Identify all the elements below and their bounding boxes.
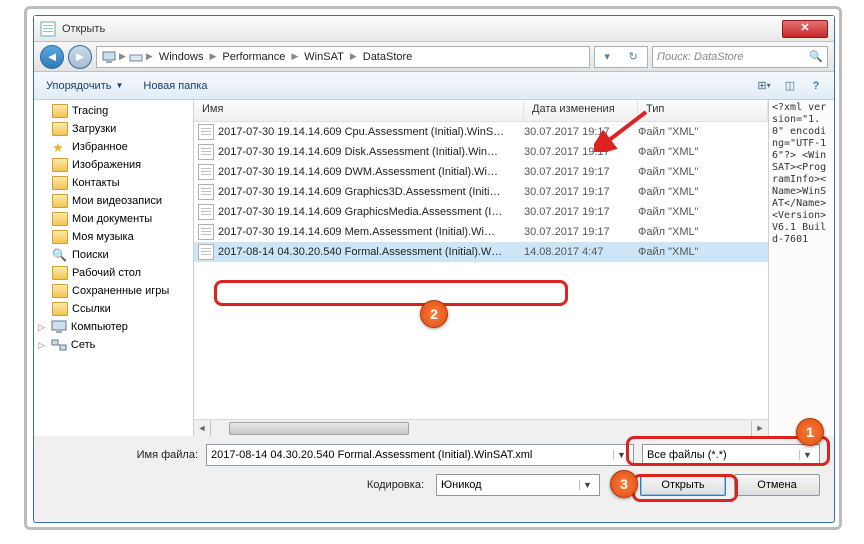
encoding-label: Кодировка: (367, 479, 424, 491)
titlebar: Открыть ✕ (34, 16, 834, 42)
folder-icon (52, 122, 68, 136)
view-mode-button[interactable]: ⊞ ▾ (754, 77, 774, 95)
file-icon (198, 244, 214, 260)
file-icon (198, 224, 214, 240)
contact-icon (52, 176, 68, 190)
breadcrumb-seg[interactable]: Windows (155, 51, 208, 63)
toolbar: Упорядочить▼ Новая папка ⊞ ▾ ◫ ? (34, 72, 834, 100)
breadcrumb[interactable]: ▶ ▶ Windows▶ Performance▶ WinSAT▶ DataSt… (96, 46, 590, 68)
column-date[interactable]: Дата изменения (524, 100, 638, 121)
app-icon (40, 21, 56, 37)
tree-item[interactable]: Моя музыка (34, 228, 193, 246)
chevron-down-icon[interactable]: ▼ (613, 450, 629, 460)
tree-item[interactable]: ★Избранное (34, 138, 193, 156)
network-icon (51, 338, 67, 352)
search-icon: 🔍 (52, 248, 68, 262)
file-list: Имя Дата изменения Тип 2017-07-30 19.14.… (194, 100, 768, 436)
tree-item[interactable]: Рабочий стол (34, 264, 193, 282)
file-icon (198, 204, 214, 220)
file-icon (198, 184, 214, 200)
tree-item[interactable]: ▷Компьютер (34, 318, 193, 336)
folder-icon (52, 104, 68, 118)
nav-back-button[interactable]: ◄ (40, 45, 64, 69)
horizontal-scrollbar[interactable]: ◄► (194, 419, 768, 436)
window-title: Открыть (62, 23, 782, 35)
column-name[interactable]: Имя (194, 100, 524, 121)
nav-forward-button[interactable]: ► (68, 45, 92, 69)
file-row[interactable]: 2017-07-30 19.14.14.609 GraphicsMedia.As… (194, 202, 768, 222)
filename-label: Имя файла: (48, 449, 198, 461)
doc-icon (52, 212, 68, 226)
tree-item[interactable]: Загрузки (34, 120, 193, 138)
tree-item[interactable]: Контакты (34, 174, 193, 192)
tree-item[interactable]: Мои документы (34, 210, 193, 228)
encoding-select[interactable]: Юникод▼ (436, 474, 600, 496)
music-icon (52, 230, 68, 244)
preview-pane: <?xml version="1.0" encoding="UTF-16"?> … (768, 100, 834, 436)
file-row[interactable]: 2017-07-30 19.14.14.609 Graphics3D.Asses… (194, 182, 768, 202)
video-icon (52, 194, 68, 208)
link-icon (52, 302, 68, 316)
open-file-dialog: Открыть ✕ ◄ ► ▶ ▶ Windows▶ Performance▶ … (33, 15, 835, 523)
tree-item[interactable]: ▷Сеть (34, 336, 193, 354)
chevron-down-icon[interactable]: ▼ (799, 450, 815, 460)
search-input[interactable]: Поиск: DataStore 🔍 (652, 46, 828, 68)
file-row[interactable]: 2017-07-30 19.14.14.609 Mem.Assessment (… (194, 222, 768, 242)
breadcrumb-seg[interactable]: DataStore (359, 51, 417, 63)
file-type-filter[interactable]: Все файлы (*.*)▼ (642, 444, 820, 466)
search-icon: 🔍 (809, 50, 823, 63)
tree-item[interactable]: Изображения (34, 156, 193, 174)
breadcrumb-seg[interactable]: WinSAT (300, 51, 348, 63)
tree-item[interactable]: 🔍Поиски (34, 246, 193, 264)
organize-button[interactable]: Упорядочить▼ (42, 78, 127, 94)
drive-icon (128, 49, 144, 65)
refresh-button[interactable]: ▾↻ (594, 46, 648, 68)
preview-pane-button[interactable]: ◫ (780, 77, 800, 95)
file-row[interactable]: 2017-07-30 19.14.14.609 Disk.Assessment … (194, 142, 768, 162)
cancel-button[interactable]: Отмена (734, 474, 820, 496)
breadcrumb-seg[interactable]: Performance (218, 51, 289, 63)
file-row[interactable]: 2017-07-30 19.14.14.609 DWM.Assessment (… (194, 162, 768, 182)
open-button[interactable]: Открыть (640, 474, 726, 496)
tree-item[interactable]: Tracing (34, 102, 193, 120)
new-folder-button[interactable]: Новая папка (139, 78, 211, 94)
tree-item[interactable]: Сохраненные игры (34, 282, 193, 300)
close-button[interactable]: ✕ (782, 20, 828, 38)
file-icon (198, 144, 214, 160)
chevron-down-icon[interactable]: ▼ (579, 480, 595, 490)
folder-tree[interactable]: TracingЗагрузки★ИзбранноеИзображенияКонт… (34, 100, 194, 436)
file-row[interactable]: 2017-07-30 19.14.14.609 Cpu.Assessment (… (194, 122, 768, 142)
navbar: ◄ ► ▶ ▶ Windows▶ Performance▶ WinSAT▶ Da… (34, 42, 834, 72)
bottom-panel: Имя файла: 2017-08-14 04.30.20.540 Forma… (34, 436, 834, 512)
games-icon (52, 284, 68, 298)
filename-input[interactable]: 2017-08-14 04.30.20.540 Formal.Assessmen… (206, 444, 634, 466)
tree-item[interactable]: Мои видеозаписи (34, 192, 193, 210)
file-icon (198, 164, 214, 180)
computer-icon (101, 49, 117, 65)
column-type[interactable]: Тип (638, 100, 768, 121)
help-button[interactable]: ? (806, 77, 826, 95)
image-icon (52, 158, 68, 172)
file-row[interactable]: 2017-08-14 04.30.20.540 Formal.Assessmen… (194, 242, 768, 262)
computer-icon (51, 320, 67, 334)
file-icon (198, 124, 214, 140)
tree-item[interactable]: Ссылки (34, 300, 193, 318)
desktop-icon (52, 266, 68, 280)
star-icon: ★ (52, 140, 68, 154)
